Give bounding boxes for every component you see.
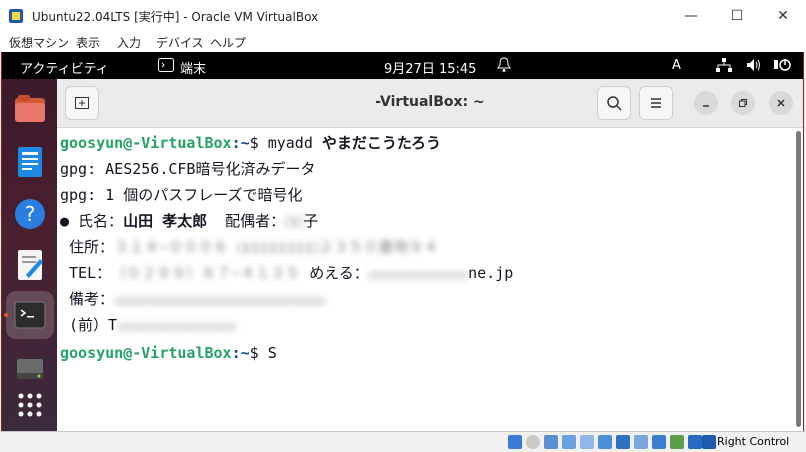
menu-button[interactable] xyxy=(639,86,673,120)
hard-disk-icon[interactable] xyxy=(508,435,522,449)
audio-icon[interactable] xyxy=(544,435,558,449)
command-arg: やまだこうたろう xyxy=(321,134,442,152)
prompt-user: goosyun@ xyxy=(60,344,133,362)
name-value: 山田 孝太郎 xyxy=(123,212,208,230)
terminal-app-icon xyxy=(158,58,174,72)
host-statusbar: Right Control xyxy=(0,431,806,452)
notes-redacted: □□□□□□□□□□□□□□□□□□□□□□□□□□□□□□□□ xyxy=(114,294,326,307)
output-line-2: gpg: AES256.CFB暗号化済みデータ xyxy=(60,160,316,178)
menu-help[interactable]: ヘルプ xyxy=(210,34,246,51)
spouse-redacted: □□ xyxy=(285,212,304,230)
terminal-title: -VirtualBox: ~ xyxy=(375,94,485,110)
search-button[interactable] xyxy=(597,86,631,120)
host-menubar: 仮想マシン 表示 入力 デバイス ヘルプ xyxy=(0,32,806,52)
current-input: $ S xyxy=(249,344,277,362)
volume-icon[interactable] xyxy=(746,58,762,72)
running-indicator xyxy=(4,313,8,317)
close-icon: ✕ xyxy=(777,8,789,24)
output-line-1: goosyun@-VirtualBox:~$ myadd やまだこうたろう xyxy=(60,131,441,155)
prev-redacted: □□□□□□□□□□□□□□□□□□ xyxy=(117,320,237,333)
notes-label: 備考： xyxy=(60,290,115,308)
close-button[interactable]: ✕ xyxy=(760,0,806,32)
term-close-button[interactable] xyxy=(769,91,793,115)
maximize-icon: ☐ xyxy=(730,8,744,24)
restore-icon xyxy=(739,99,747,107)
spouse-label: 配偶者： xyxy=(207,212,286,230)
virtualbox-icon xyxy=(9,9,23,23)
name-label: ● 氏名： xyxy=(60,212,124,230)
network-status-icon[interactable] xyxy=(562,435,576,449)
guest-display: アクティビティ 端末 9月27日 15:45 A ? -VirtualBox: … xyxy=(1,52,804,431)
host-titlebar: Ubuntu22.04LTS [実行中] - Oracle VM Virtual… xyxy=(0,0,806,32)
email-redacted: □□□□□□□□□□□□□□□ xyxy=(368,268,469,281)
text-editor-icon[interactable] xyxy=(12,247,48,283)
prompt-host: -VirtualBox xyxy=(132,344,232,362)
email-label: めえる： xyxy=(300,264,369,282)
address-label: 住所： xyxy=(60,238,115,256)
tel-label: TEL： xyxy=(60,264,112,282)
maximize-button[interactable]: ☐ xyxy=(714,0,760,32)
tel-redacted: （０２９９）８７−４１３５ xyxy=(111,264,301,282)
power-icon[interactable] xyxy=(772,57,792,73)
display-icon[interactable] xyxy=(616,435,630,449)
terminal-dock-icon[interactable] xyxy=(12,297,48,333)
output-line-8: (前）T□□□□□□□□□□□□□□□□□□ xyxy=(60,313,236,337)
optical-drive-icon[interactable] xyxy=(526,435,540,449)
svg-text:?: ? xyxy=(25,202,36,226)
menu-devices[interactable]: デバイス xyxy=(156,34,204,51)
email-domain: ne.jp xyxy=(468,264,514,282)
terminal-scrollbar[interactable] xyxy=(796,131,801,427)
output-line-4: ● 氏名：山田 孝太郎 配偶者：□□子 xyxy=(60,209,318,233)
output-line-5: 住所：３１４−０００６ □□□□□□□□□２３５０番地９４ xyxy=(60,235,438,259)
term-maximize-button[interactable] xyxy=(731,91,755,115)
mouse-integration-icon[interactable] xyxy=(670,435,684,449)
dock: ? xyxy=(2,79,57,431)
shared-folders-icon[interactable] xyxy=(598,435,612,449)
input-method-indicator[interactable]: A xyxy=(672,58,681,73)
activities-button[interactable]: アクティビティ xyxy=(20,58,109,77)
terminal-headerbar: -VirtualBox: ~ xyxy=(57,79,803,128)
help-icon[interactable]: ? xyxy=(12,196,48,232)
bell-icon xyxy=(497,57,511,72)
host-key-icon[interactable] xyxy=(702,435,716,449)
minimize-icon xyxy=(703,105,709,107)
host-window-title: Ubuntu22.04LTS [実行中] - Oracle VM Virtual… xyxy=(32,10,319,24)
prompt-path: :~ xyxy=(231,134,250,152)
virtualization-icon[interactable] xyxy=(652,435,666,449)
command-text: $ myadd xyxy=(249,134,322,152)
app-menu-label[interactable]: 端末 xyxy=(180,58,206,77)
host-key-label: Right Control xyxy=(717,435,790,448)
prompt-host: -VirtualBox xyxy=(132,134,232,152)
output-line-9: goosyun@-VirtualBox:~$ S xyxy=(60,341,277,365)
prev-label: (前）T xyxy=(60,316,118,334)
terminal-output[interactable]: goosyun@-VirtualBox:~$ myadd やまだこうたろう gp… xyxy=(60,129,790,429)
network-icon[interactable] xyxy=(716,58,732,72)
usb-icon[interactable] xyxy=(580,435,594,449)
recording-icon[interactable] xyxy=(634,435,648,449)
close-icon xyxy=(777,99,785,107)
spouse-suffix: 子 xyxy=(303,212,319,230)
drive-icon[interactable] xyxy=(12,351,48,387)
menu-input[interactable]: 入力 xyxy=(117,34,141,51)
files-icon[interactable] xyxy=(12,91,48,127)
menu-machine[interactable]: 仮想マシン xyxy=(9,34,69,51)
gnome-top-bar: アクティビティ 端末 9月27日 15:45 A xyxy=(2,52,803,79)
hamburger-icon xyxy=(651,98,661,108)
search-icon xyxy=(607,96,622,111)
prompt-path: :~ xyxy=(231,344,250,362)
minimize-button[interactable]: — xyxy=(668,0,714,32)
prompt-user: goosyun@ xyxy=(60,134,133,152)
cpu-icon[interactable] xyxy=(688,435,702,449)
writer-icon[interactable] xyxy=(12,144,48,180)
terminal-window: -VirtualBox: ~ goosyun@-VirtualBox:~$ my… xyxy=(57,79,803,431)
output-line-3: gpg: 1 個のパスフレーズで暗号化 xyxy=(60,186,303,204)
address-redacted: ３１４−０００６ □□□□□□□□□２３５０番地９４ xyxy=(114,238,439,256)
menu-view[interactable]: 表示 xyxy=(76,34,100,51)
show-apps-icon[interactable] xyxy=(12,387,48,423)
output-line-7: 備考：□□□□□□□□□□□□□□□□□□□□□□□□□□□□□□□□ xyxy=(60,287,326,311)
clock[interactable]: 9月27日 15:45 xyxy=(384,58,476,77)
term-minimize-button[interactable] xyxy=(694,91,718,115)
output-line-6: TEL：（０２９９）８７−４１３５ めえる：□□□□□□□□□□□□□□□ne.… xyxy=(60,261,513,285)
minimize-icon: — xyxy=(684,8,698,24)
